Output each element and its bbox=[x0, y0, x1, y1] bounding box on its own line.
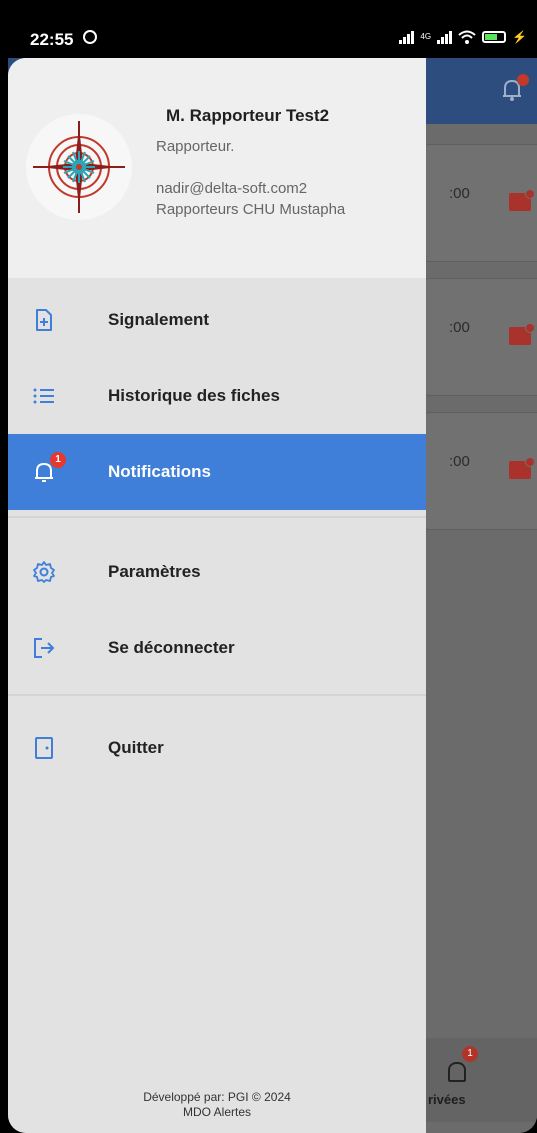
logout-icon bbox=[34, 638, 55, 658]
status-bar: 22:55 4G ⚡ bbox=[8, 0, 537, 58]
menu-item-parametres[interactable]: Paramètres bbox=[8, 534, 426, 610]
footer-credits: Développé par: PGI © 2024 bbox=[143, 1090, 291, 1104]
phone-screen: 22:55 4G ⚡ e :00 bbox=[8, 0, 537, 1133]
card-time: :00 bbox=[449, 453, 470, 470]
footer-app-name: MDO Alertes bbox=[182, 1105, 251, 1119]
mail-icon bbox=[509, 189, 535, 211]
menu-item-label: Quitter bbox=[108, 738, 164, 757]
divider bbox=[8, 516, 426, 518]
menu-item-quitter[interactable]: Quitter bbox=[8, 710, 426, 786]
navigation-drawer: M. Rapporteur Test2 Rapporteur. nadir@de… bbox=[8, 58, 426, 1133]
menu-item-signalement[interactable]: Signalement bbox=[8, 282, 426, 358]
notification-card[interactable]: :00 bbox=[418, 412, 537, 530]
status-indicators: 4G ⚡ bbox=[399, 30, 527, 44]
notification-badge: 1 bbox=[50, 452, 66, 468]
signal-icon-2 bbox=[437, 30, 453, 44]
battery-icon bbox=[482, 31, 507, 43]
network-type: 4G bbox=[420, 32, 432, 41]
signal-icon bbox=[399, 30, 415, 44]
mail-icon bbox=[509, 457, 535, 479]
menu-item-label: Signalement bbox=[108, 310, 210, 329]
menu-item-historique[interactable]: Historique des fiches bbox=[8, 358, 426, 434]
app-logo-icon bbox=[33, 121, 125, 213]
menu-item-label: Paramètres bbox=[108, 562, 201, 581]
notification-badge bbox=[517, 74, 529, 86]
notification-card[interactable]: :00 bbox=[418, 278, 537, 396]
user-role: Rapporteur. bbox=[156, 138, 235, 155]
user-organization: Rapporteurs CHU Mustapha bbox=[156, 201, 346, 218]
gear-icon bbox=[33, 561, 55, 583]
bell-icon bbox=[448, 1062, 466, 1082]
notification-card[interactable]: :00 bbox=[418, 144, 537, 262]
user-name: M. Rapporteur Test2 bbox=[166, 106, 330, 125]
bottom-nav-label: rivées bbox=[428, 1092, 466, 1107]
menu-item-label: Se déconnecter bbox=[108, 638, 235, 657]
status-time: 22:55 bbox=[30, 30, 74, 49]
alarm-icon bbox=[83, 30, 97, 44]
drawer-header: M. Rapporteur Test2 Rapporteur. nadir@de… bbox=[8, 58, 426, 278]
bottom-nav-badge: 1 bbox=[462, 1046, 478, 1062]
bolt-icon: ⚡ bbox=[512, 30, 527, 44]
menu-item-notifications[interactable]: 1 Notifications bbox=[8, 434, 426, 510]
card-time: :00 bbox=[449, 185, 470, 202]
wifi-icon bbox=[458, 30, 476, 44]
exit-door-icon bbox=[35, 737, 53, 759]
bottom-nav-item[interactable]: 1 rivées bbox=[418, 1038, 537, 1122]
menu-item-label: Historique des fiches bbox=[108, 386, 280, 405]
mail-icon bbox=[509, 323, 535, 345]
menu-item-logout[interactable]: Se déconnecter bbox=[8, 610, 426, 686]
drawer-footer: Développé par: PGI © 2024 MDO Alertes bbox=[8, 1090, 426, 1120]
user-email: nadir@delta-soft.com2 bbox=[156, 180, 308, 197]
card-time: :00 bbox=[449, 319, 470, 336]
avatar bbox=[26, 114, 132, 220]
divider bbox=[8, 694, 426, 696]
list-icon bbox=[33, 388, 54, 404]
menu-item-label: Notifications bbox=[108, 462, 211, 481]
file-plus-icon bbox=[36, 309, 52, 331]
